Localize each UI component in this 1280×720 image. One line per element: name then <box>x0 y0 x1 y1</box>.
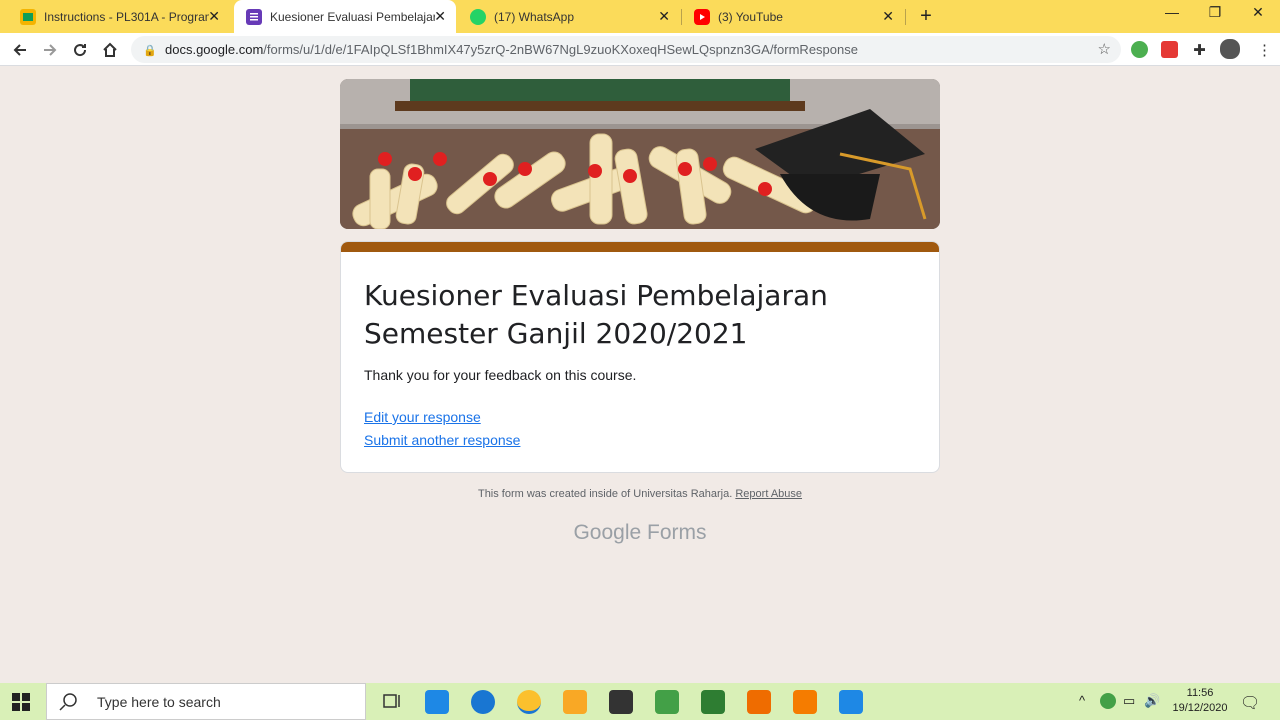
forward-button[interactable] <box>39 39 61 61</box>
minimize-button[interactable]: — <box>1157 4 1187 20</box>
address-bar[interactable]: 🔒 docs.google.com/forms/u/1/d/e/1FAIpQLS… <box>131 36 1121 63</box>
url-domain: docs.google.com <box>165 42 264 57</box>
tab-strip: Instructions - PL301A - Programm ✕ Kuesi… <box>0 0 1280 33</box>
whatsapp-icon <box>470 8 486 25</box>
url-text: docs.google.com/forms/u/1/d/e/1FAIpQLSf1… <box>165 42 858 57</box>
back-button[interactable] <box>9 39 31 61</box>
youtube-icon <box>694 8 710 25</box>
brand-forms: Forms <box>647 521 707 544</box>
card-accent-bar <box>341 242 939 252</box>
confirmation-card: Kuesioner Evaluasi Pembelajaran Semester… <box>340 241 940 473</box>
store-icon[interactable] <box>609 690 633 714</box>
tab-whatsapp[interactable]: (17) WhatsApp ✕ <box>458 0 680 33</box>
tray-network-globe-icon[interactable] <box>1100 693 1116 709</box>
file-explorer-icon[interactable] <box>563 690 587 714</box>
windows-start-icon[interactable] <box>12 693 30 711</box>
xampp-icon[interactable] <box>747 690 771 714</box>
pdf-extension-icon[interactable] <box>1161 41 1178 58</box>
tab-instructions[interactable]: Instructions - PL301A - Programm ✕ <box>8 0 230 33</box>
brand-google: Google <box>573 521 642 544</box>
vscode-icon[interactable] <box>839 690 863 714</box>
sublime-text-icon[interactable] <box>793 690 817 714</box>
tab-title: (17) WhatsApp <box>494 9 575 24</box>
forward-arrow-icon <box>44 44 57 56</box>
new-tab-button[interactable]: + <box>915 5 937 28</box>
android-studio-icon[interactable] <box>655 690 679 714</box>
close-icon[interactable]: ✕ <box>208 8 220 25</box>
forms-icon <box>246 8 262 25</box>
restore-button[interactable]: ❐ <box>1200 4 1230 21</box>
notification-icon[interactable]: 🗨 <box>1240 693 1260 713</box>
tray-wifi-icon[interactable]: ▭ <box>1123 693 1135 709</box>
edit-response-link[interactable]: Edit your response <box>364 409 481 425</box>
report-abuse-link[interactable]: Report Abuse <box>735 488 802 500</box>
form-title: Kuesioner Evaluasi Pembelajaran Semester… <box>364 279 828 350</box>
tray-chevron-icon[interactable]: ^ <box>1079 693 1085 708</box>
windows-taskbar: Type here to search ^ ▭ 🔊 11:56 19/12/20… <box>0 683 1280 720</box>
url-path: /forms/u/1/d/e/1FAIpQLSf1BhmIX47y5zrQ-2n… <box>263 42 858 57</box>
chrome-browser-icon[interactable] <box>517 690 541 714</box>
form-footer: This form was created inside of Universi… <box>0 488 1280 500</box>
edge-browser-icon[interactable] <box>471 690 495 714</box>
classroom-icon <box>20 8 36 25</box>
tab-kuesioner[interactable]: Kuesioner Evaluasi Pembelajaran ✕ <box>234 0 456 33</box>
close-icon[interactable]: ✕ <box>434 8 446 25</box>
task-view-icon[interactable] <box>380 690 404 714</box>
extension-globe-icon[interactable] <box>1131 41 1148 58</box>
google-forms-logo[interactable]: Google Forms <box>0 521 1280 545</box>
lock-icon: 🔒 <box>143 44 157 57</box>
back-arrow-icon <box>13 44 26 56</box>
bookmark-star-icon[interactable]: ☆ <box>1098 40 1111 58</box>
tab-title: Kuesioner Evaluasi Pembelajaran <box>270 9 435 24</box>
tray-volume-icon[interactable]: 🔊 <box>1144 693 1160 709</box>
reload-button[interactable] <box>69 39 91 61</box>
home-icon <box>103 42 117 57</box>
taskbar-search-box[interactable]: Type here to search <box>46 683 366 720</box>
footer-text: This form was created inside of Universi… <box>477 488 733 500</box>
tab-youtube[interactable]: (3) YouTube ✕ <box>682 0 904 33</box>
form-header-image <box>340 79 940 229</box>
tab-title: (3) YouTube <box>718 9 783 24</box>
search-placeholder: Type here to search <box>97 693 221 710</box>
profile-avatar[interactable] <box>1220 39 1240 59</box>
mail-app-icon[interactable] <box>425 690 449 714</box>
search-icon <box>59 692 77 711</box>
submit-another-link[interactable]: Submit another response <box>364 432 520 448</box>
form-page: Kuesioner Evaluasi Pembelajaran Semester… <box>0 67 1280 683</box>
clock-time: 11:56 <box>1186 687 1214 699</box>
clock-date: 19/12/2020 <box>1172 702 1228 714</box>
reload-icon <box>74 44 87 57</box>
tab-title: Instructions - PL301A - Programm <box>44 9 209 24</box>
tab-separator <box>905 9 906 25</box>
spreadsheet-app-icon[interactable] <box>701 690 725 714</box>
close-window-button[interactable]: ✕ <box>1243 4 1273 21</box>
close-icon[interactable]: ✕ <box>658 8 670 25</box>
confirmation-message: Thank you for your feedback on this cour… <box>364 367 637 383</box>
extensions-puzzle-icon[interactable]: ✚ <box>1191 41 1208 59</box>
menu-kebab-icon[interactable]: ⋮ <box>1256 41 1273 59</box>
browser-toolbar: 🔒 docs.google.com/forms/u/1/d/e/1FAIpQLS… <box>0 33 1280 66</box>
close-icon[interactable]: ✕ <box>882 8 894 25</box>
taskbar-clock[interactable]: 11:56 19/12/2020 <box>1165 686 1235 716</box>
home-button[interactable] <box>99 39 121 61</box>
